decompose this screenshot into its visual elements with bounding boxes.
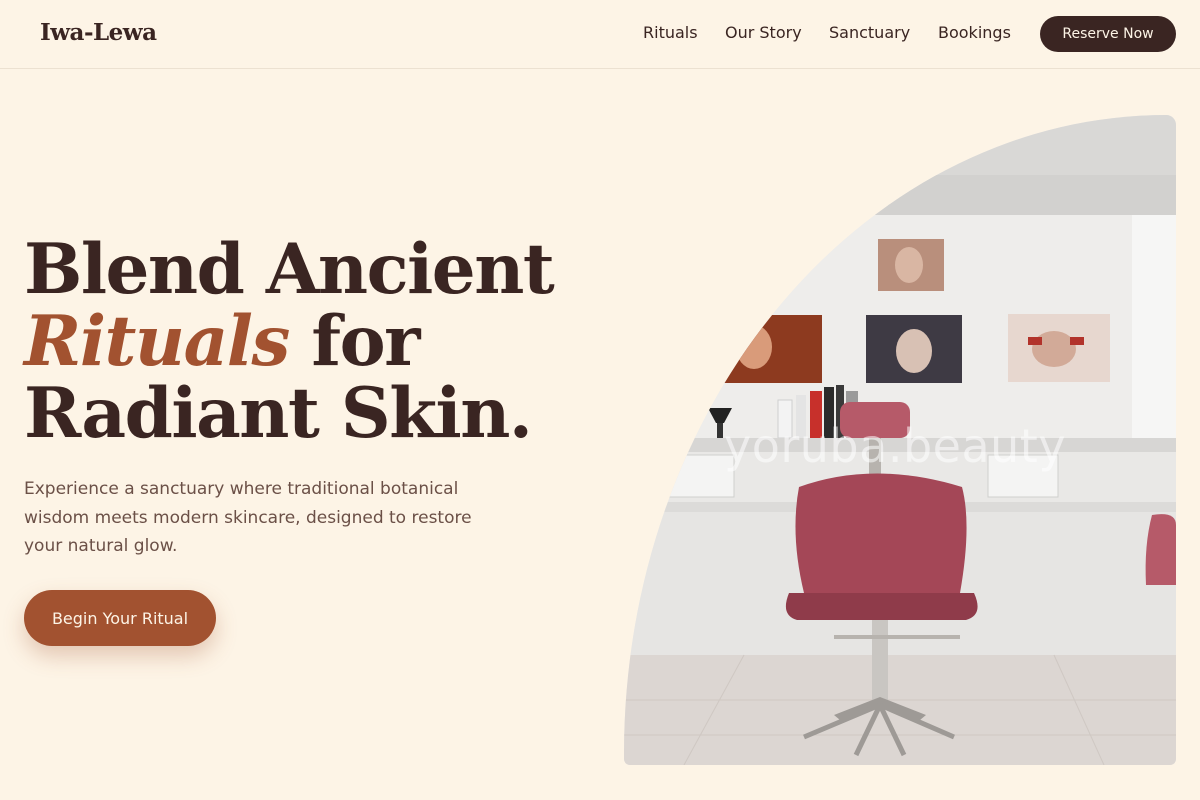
headline-accent-word: Rituals (24, 301, 290, 382)
headline-line-1: Blend Ancient (24, 229, 555, 310)
nav-link-our-story[interactable]: Our Story (725, 23, 802, 42)
site-header: Iwa-Lewa Rituals Our Story Sanctuary Boo… (0, 0, 1200, 69)
hero-salon-image: yoruba.beauty (624, 115, 1176, 765)
chair-pole (872, 620, 888, 700)
ceiling-beam (624, 175, 1176, 215)
nav-link-rituals[interactable]: Rituals (643, 23, 698, 42)
nav-link-bookings[interactable]: Bookings (938, 23, 1011, 42)
begin-ritual-button[interactable]: Begin Your Ritual (24, 590, 216, 646)
hero-subtext: Experience a sanctuary where traditional… (24, 479, 472, 556)
brand-logo[interactable]: Iwa-Lewa (40, 19, 157, 46)
side-chair (1145, 514, 1176, 585)
nav-link-sanctuary[interactable]: Sanctuary (829, 23, 910, 42)
wall-column (1132, 215, 1176, 445)
headline-line-2: Rituals for (24, 306, 584, 378)
image-watermark: yoruba.beauty (724, 419, 1067, 473)
chair-back (795, 473, 967, 593)
headline-line-3: Radiant Skin. (24, 373, 533, 454)
chair-seat (785, 593, 978, 620)
headline-line-2-rest: for (288, 301, 420, 382)
hero-headline: Blend Ancient Rituals for Radiant Skin. (24, 234, 584, 450)
reserve-now-button[interactable]: Reserve Now (1040, 16, 1176, 52)
